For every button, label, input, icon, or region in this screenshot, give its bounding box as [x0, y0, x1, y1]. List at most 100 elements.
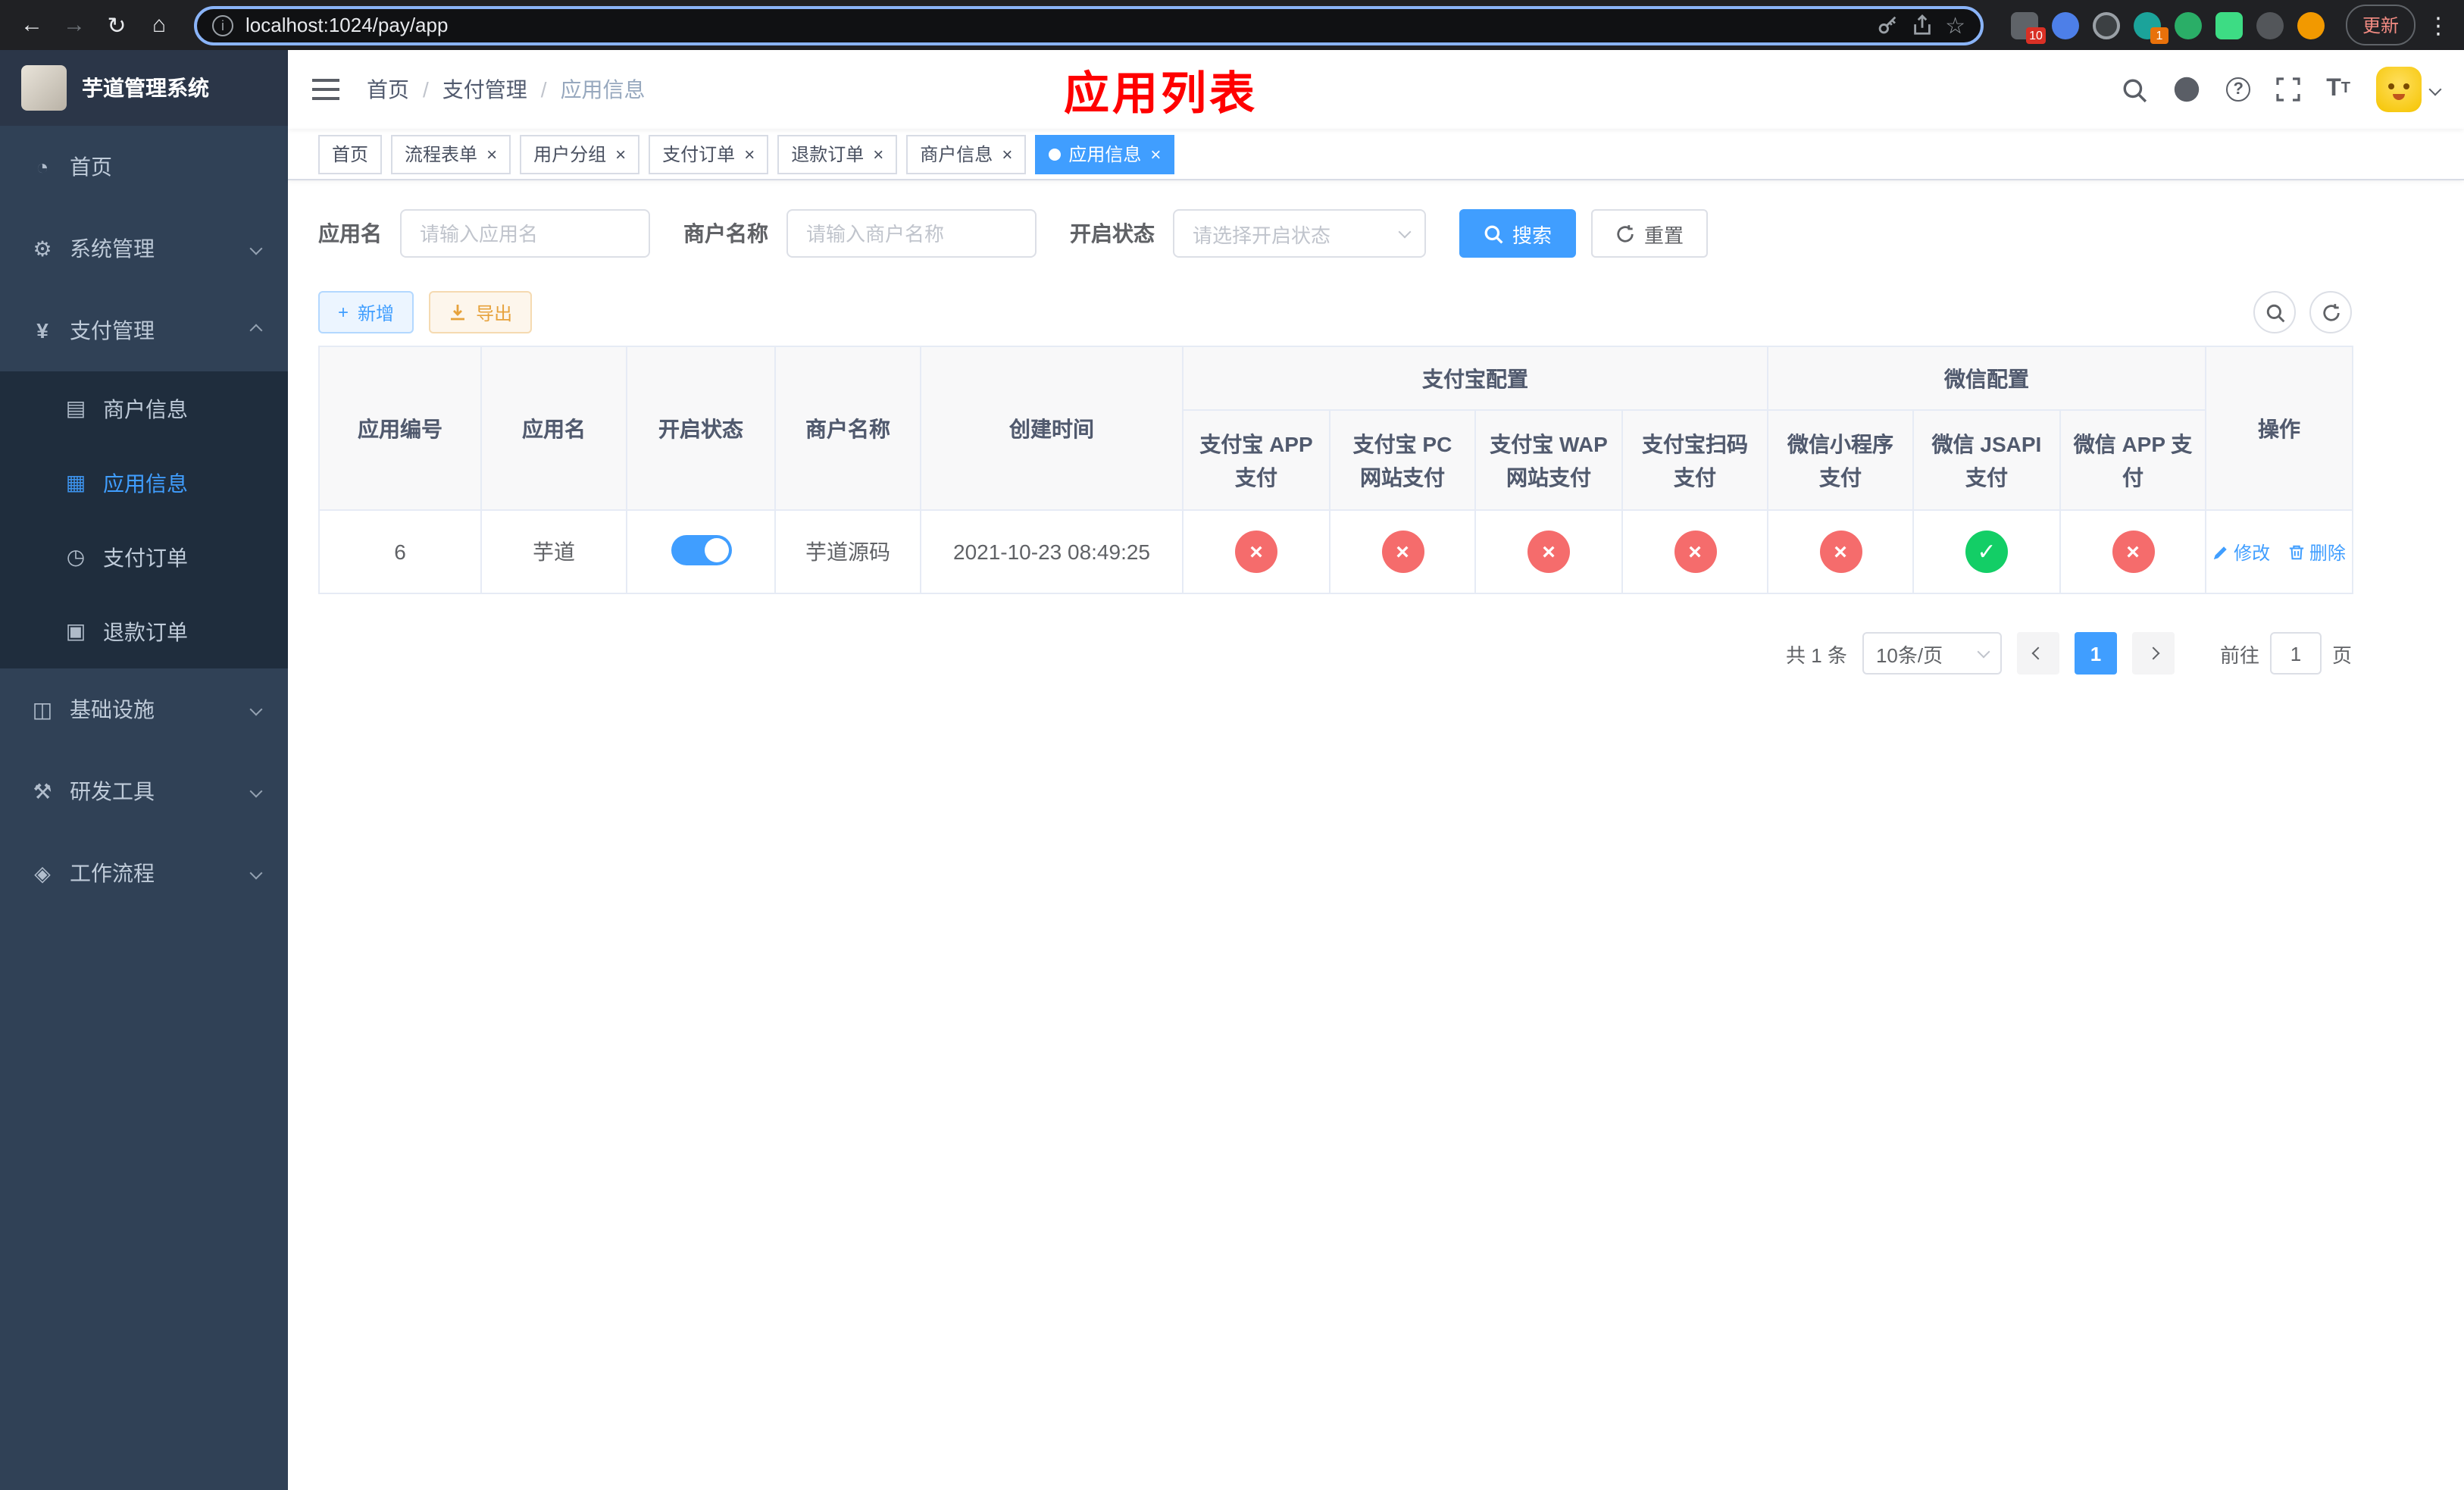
sidebar-item-refund-orders[interactable]: 退款订单: [0, 594, 288, 668]
yen-icon: [30, 318, 55, 343]
close-icon[interactable]: ×: [615, 145, 626, 163]
sidebar-item-infrastructure[interactable]: 基础设施: [0, 668, 288, 750]
chevron-down-icon: [249, 242, 263, 255]
reload-icon[interactable]: ↻: [97, 5, 136, 45]
main-area: 首页 / 支付管理 / 应用信息 应用列表 ? T T 首页 流程表单 × 用户…: [288, 50, 2464, 1490]
url-bar[interactable]: i localhost:1024/pay/app: [194, 5, 1984, 45]
tab-bar: 首页 流程表单 × 用户分组 × 支付订单 × 退款订单 × 商户信息 × 应用…: [288, 129, 2464, 180]
prev-page-button[interactable]: [2016, 632, 2059, 675]
tab-app-info[interactable]: 应用信息 ×: [1035, 134, 1175, 174]
workflow-icon: [30, 860, 55, 886]
sidebar-item-system[interactable]: 系统管理: [0, 208, 288, 290]
search-button[interactable]: 搜索: [1459, 209, 1577, 258]
wx-lite-status-icon: ×: [1819, 531, 1862, 573]
refresh-table-button[interactable]: [2309, 291, 2352, 333]
chevron-down-icon: [249, 703, 263, 716]
sidebar-item-workflow[interactable]: 工作流程: [0, 832, 288, 914]
profile-avatar-icon[interactable]: [2297, 11, 2325, 39]
share-icon[interactable]: [1910, 14, 1933, 36]
col-wx-app: 微信 APP 支付: [2059, 409, 2206, 511]
breadcrumb-home[interactable]: 首页: [367, 74, 409, 105]
goto-page-input[interactable]: [2269, 632, 2322, 675]
next-page-button[interactable]: [2131, 632, 2175, 675]
sidebar-item-devtools[interactable]: 研发工具: [0, 750, 288, 832]
fullscreen-icon[interactable]: [2276, 77, 2300, 102]
toggle-search-button[interactable]: [2253, 291, 2296, 333]
app-name-input[interactable]: [400, 209, 650, 258]
sidebar-item-payment[interactable]: 支付管理: [0, 290, 288, 371]
close-icon[interactable]: ×: [1150, 145, 1161, 163]
cell-status: [626, 509, 776, 594]
search-icon[interactable]: [2122, 77, 2147, 102]
status-toggle[interactable]: [671, 534, 731, 565]
sidebar-item-label: 系统管理: [70, 236, 155, 261]
tab-home[interactable]: 首页: [318, 134, 383, 174]
extension-icon-dark-ring[interactable]: [2092, 11, 2120, 39]
logo[interactable]: 芋道管理系统: [0, 50, 288, 126]
github-icon[interactable]: [2173, 76, 2200, 103]
sidebar-item-app-info[interactable]: 应用信息: [0, 446, 288, 520]
breadcrumb-payment[interactable]: 支付管理: [442, 74, 527, 105]
sidebar-item-home[interactable]: 首页: [0, 126, 288, 208]
extension-icon-green-square[interactable]: [2215, 11, 2243, 39]
download-icon: [449, 303, 467, 321]
search-icon: [1484, 224, 1503, 243]
edit-button[interactable]: 修改: [2212, 539, 2270, 565]
tab-user-group[interactable]: 用户分组 ×: [520, 134, 640, 174]
sidebar-toggle-icon[interactable]: [312, 79, 339, 100]
extension-icon-green-check[interactable]: [2174, 11, 2202, 39]
font-size-icon[interactable]: [2326, 77, 2350, 102]
status-label: 开启状态: [1070, 221, 1155, 246]
sidebar-item-label: 研发工具: [70, 779, 155, 803]
extensions-puzzle-icon[interactable]: 10: [2010, 11, 2046, 43]
chevron-down-icon: [1977, 644, 1990, 658]
close-icon[interactable]: ×: [744, 145, 755, 163]
browser-update-button[interactable]: 更新: [2345, 5, 2416, 45]
user-menu[interactable]: [2376, 67, 2442, 112]
sidebar-item-merchant-info[interactable]: 商户信息: [0, 371, 288, 446]
extension-icon-gray[interactable]: [2256, 11, 2284, 39]
extension-badge-small: 1: [2150, 27, 2169, 43]
extension-icon-blue[interactable]: [2051, 11, 2079, 39]
status-select-placeholder: 请选择开启状态: [1193, 224, 1331, 246]
sidebar-item-pay-orders[interactable]: 支付订单: [0, 520, 288, 594]
back-icon[interactable]: ←: [12, 5, 52, 45]
close-icon[interactable]: ×: [873, 145, 883, 163]
col-alipay-app: 支付宝 APP 支付: [1182, 409, 1330, 511]
page-number-1[interactable]: 1: [2074, 632, 2117, 675]
sidebar-item-label: 支付订单: [103, 545, 188, 569]
extension-icon-teal[interactable]: 1: [2133, 11, 2169, 43]
forward-icon[interactable]: →: [55, 5, 94, 45]
logo-title: 芋道管理系统: [82, 76, 209, 100]
bookmark-star-icon[interactable]: [1945, 11, 1965, 39]
site-info-icon[interactable]: i: [212, 14, 233, 36]
reset-button[interactable]: 重置: [1591, 209, 1709, 258]
sidebar: 芋道管理系统 首页 系统管理 支付管理 商户信息: [0, 50, 288, 1490]
col-app-name: 应用名: [480, 346, 627, 511]
browser-menu-icon[interactable]: ⋮: [2425, 11, 2452, 39]
refund-icon: [64, 618, 88, 644]
url-text[interactable]: localhost:1024/pay/app: [245, 14, 1863, 36]
close-icon[interactable]: ×: [1002, 145, 1012, 163]
tab-refund-orders[interactable]: 退款订单 ×: [777, 134, 898, 174]
chevron-down-icon: [249, 866, 263, 880]
home-icon[interactable]: ⌂: [139, 5, 179, 45]
export-button[interactable]: 导出: [429, 291, 533, 333]
tab-process-form[interactable]: 流程表单 ×: [391, 134, 511, 174]
close-icon[interactable]: ×: [486, 145, 497, 163]
help-icon[interactable]: [2226, 77, 2251, 102]
table-toolbar: + 新增 导出: [318, 291, 2352, 333]
tab-pay-orders[interactable]: 支付订单 ×: [649, 134, 769, 174]
status-select[interactable]: 请选择开启状态: [1173, 209, 1426, 258]
add-button[interactable]: + 新增: [318, 291, 414, 333]
merchant-name-input[interactable]: [786, 209, 1037, 258]
password-key-icon[interactable]: [1875, 14, 1898, 36]
chevron-up-icon: [249, 324, 263, 337]
page-size-select[interactable]: 10条/页: [1862, 632, 2002, 675]
tab-merchant-info[interactable]: 商户信息 ×: [906, 134, 1027, 174]
chevron-right-icon: [2147, 646, 2160, 660]
cell-merchant: 芋道源码: [774, 509, 921, 594]
active-dot: [1049, 148, 1062, 160]
col-alipay-pc: 支付宝 PC 网站支付: [1329, 409, 1476, 511]
delete-button[interactable]: 删除: [2288, 539, 2346, 565]
